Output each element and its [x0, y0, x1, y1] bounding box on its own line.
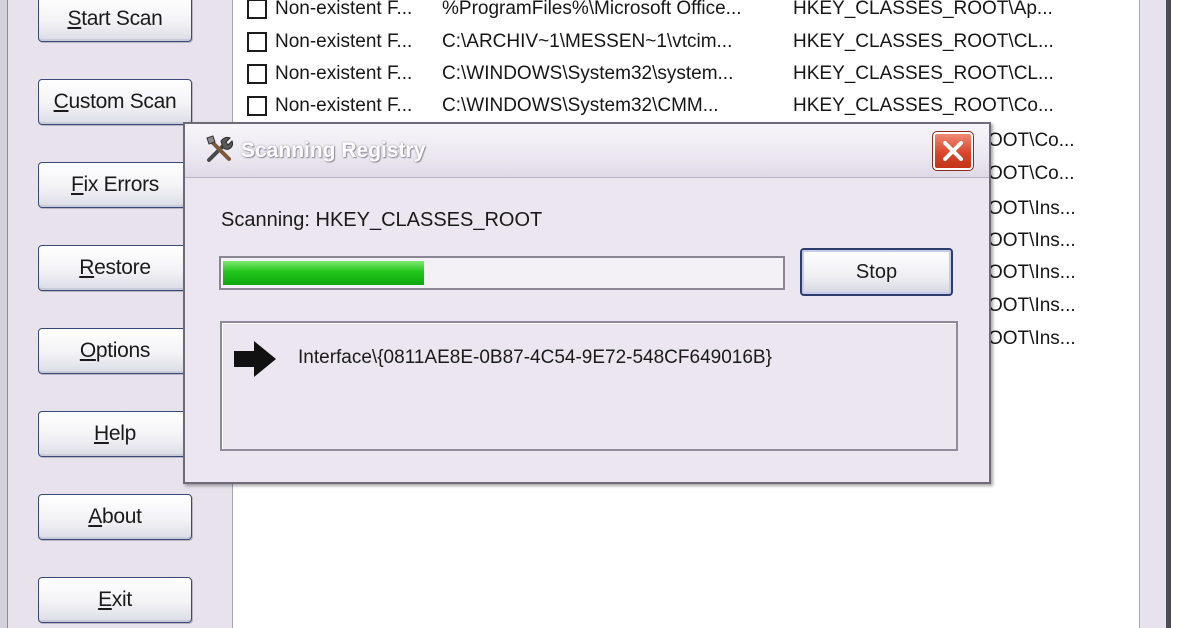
custom-scan-button[interactable]: Custom Scan: [38, 79, 192, 125]
close-icon: [943, 141, 963, 161]
tools-icon: [203, 132, 239, 168]
dialog-title: Scanning Registry: [241, 139, 426, 162]
sidebar-buttons: Start Scan Custom Scan Fix Errors Restor…: [36, 0, 196, 628]
help-button[interactable]: Help: [38, 411, 192, 457]
location-cell-partial: OOT\Co...: [988, 163, 1075, 184]
row-checkbox[interactable]: [247, 96, 267, 116]
problem-cell: Non-existent F...: [275, 0, 413, 19]
right-arrow-icon: [230, 335, 280, 388]
problem-cell: Non-existent F...: [275, 31, 413, 52]
scan-progress-bar: [219, 256, 785, 290]
stop-button[interactable]: Stop: [800, 248, 953, 296]
scan-progress-fill: [223, 261, 424, 285]
location-cell-partial: OOT\Co...: [988, 130, 1075, 151]
data-cell: %ProgramFiles%\Microsoft Office...: [442, 0, 742, 19]
scan-status-text: Scanning: HKEY_CLASSES_ROOT: [221, 209, 543, 231]
row-checkbox[interactable]: [247, 32, 267, 52]
restore-button[interactable]: Restore: [38, 245, 192, 291]
location-cell-partial: OOT\Ins...: [988, 198, 1076, 219]
problem-cell: Non-existent F...: [275, 95, 413, 116]
close-button[interactable]: [932, 131, 974, 171]
data-cell: C:\WINDOWS\System32\system...: [442, 63, 734, 84]
location-cell-partial: OOT\Ins...: [988, 262, 1076, 283]
location-cell: HKEY_CLASSES_ROOT\Ap...: [793, 0, 1053, 19]
data-cell: C:\WINDOWS\System32\CMM...: [442, 95, 719, 116]
fix-errors-button[interactable]: Fix Errors: [38, 162, 192, 208]
location-cell-partial: OOT\Ins...: [988, 295, 1076, 316]
row-checkbox[interactable]: [247, 0, 267, 19]
location-cell: HKEY_CLASSES_ROOT\CL...: [793, 31, 1054, 52]
window-left-border: [0, 0, 8, 628]
dialog-titlebar[interactable]: Scanning Registry: [185, 124, 989, 178]
location-cell-partial: OOT\Ins...: [988, 230, 1076, 251]
location-cell: HKEY_CLASSES_ROOT\Co...: [793, 95, 1054, 116]
list-item[interactable]: Non-existent F... %ProgramFiles%\Microso…: [245, 0, 1135, 24]
start-scan-button[interactable]: Start Scan: [38, 0, 192, 42]
window-right-border: [1166, 0, 1196, 628]
location-cell-partial: OOT\Ins...: [988, 328, 1076, 349]
scanning-registry-dialog: Scanning Registry Scanning: HKEY_CLASSES…: [183, 122, 991, 484]
list-item[interactable]: Non-existent F... C:\WINDOWS\System32\CM…: [245, 91, 1135, 121]
list-item[interactable]: Non-existent F... C:\ARCHIV~1\MESSEN~1\v…: [245, 27, 1135, 57]
row-checkbox[interactable]: [247, 64, 267, 84]
problem-cell: Non-existent F...: [275, 63, 413, 84]
options-button[interactable]: Options: [38, 328, 192, 374]
data-cell: C:\ARCHIV~1\MESSEN~1\vtcim...: [442, 31, 733, 52]
about-button[interactable]: About: [38, 494, 192, 540]
exit-button[interactable]: Exit: [38, 577, 192, 623]
current-registry-key: Interface\{0811AE8E-0B87-4C54-9E72-548CF…: [298, 347, 772, 368]
location-cell: HKEY_CLASSES_ROOT\CL...: [793, 63, 1054, 84]
current-key-panel: Interface\{0811AE8E-0B87-4C54-9E72-548CF…: [220, 321, 958, 451]
list-item[interactable]: Non-existent F... C:\WINDOWS\System32\sy…: [245, 59, 1135, 89]
